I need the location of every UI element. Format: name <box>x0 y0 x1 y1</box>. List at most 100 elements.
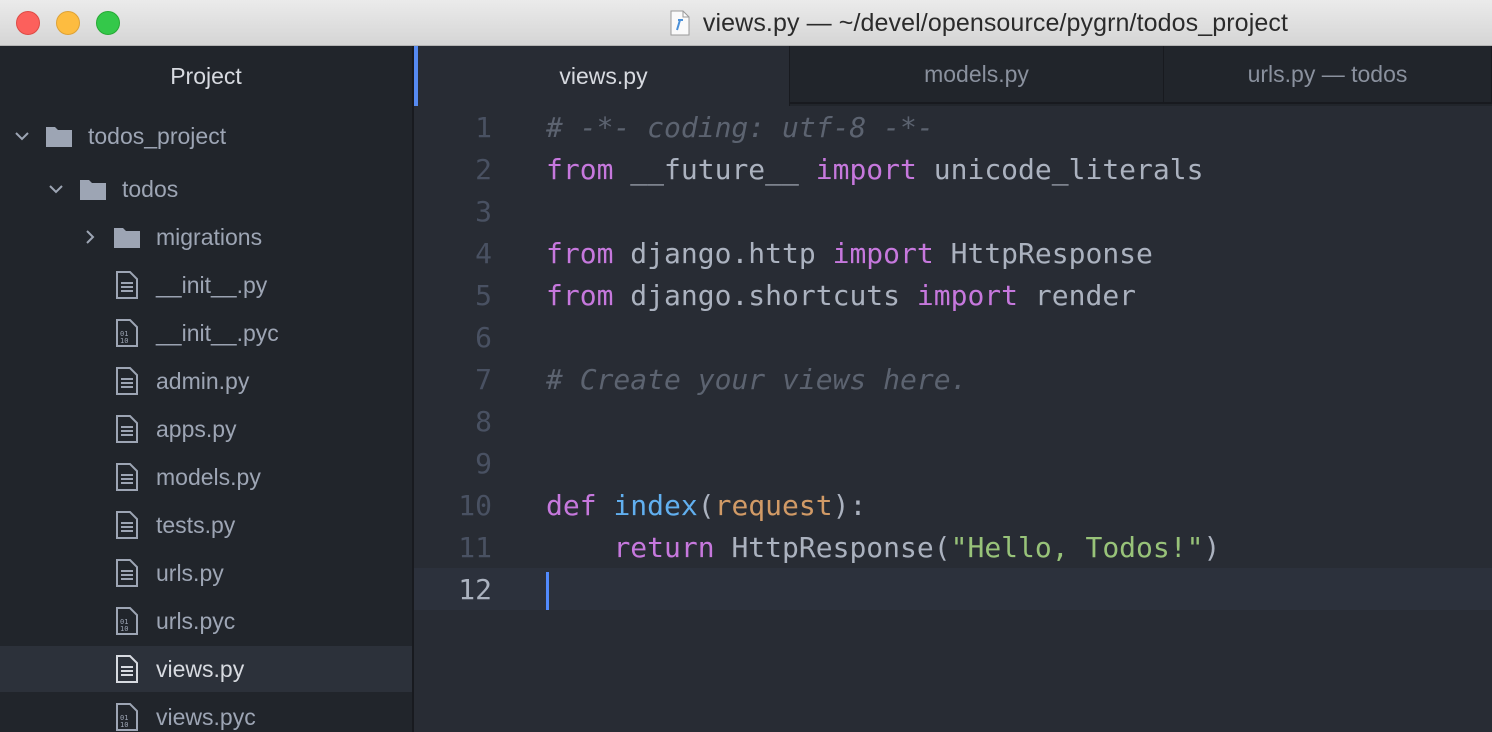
tab-urls-py-todos[interactable]: urls.py — todos <box>1164 46 1492 104</box>
tree-item-urls-py[interactable]: urls.py <box>0 550 412 596</box>
svg-text:10: 10 <box>120 625 128 633</box>
code-token: ): <box>832 488 867 522</box>
chevron-down-icon[interactable] <box>46 179 66 199</box>
code-editor[interactable]: 1 # -*- coding: utf-8 -*- 2 from __future__… <box>414 106 1492 732</box>
tree-item-label: models.py <box>156 463 261 490</box>
line-number: 3 <box>475 194 492 228</box>
code-token: import <box>916 278 1019 312</box>
code-line[interactable]: 11 return HttpResponse("Hello, Todos!") <box>414 526 1492 568</box>
code-token: from <box>546 278 614 312</box>
tree-item-apps-py[interactable]: apps.py <box>0 406 412 452</box>
code-text: # Create your views here. <box>546 363 967 396</box>
code-token: HttpResponse( <box>714 530 951 564</box>
code-token: "Hello, Todos!" <box>950 530 1204 564</box>
code-line[interactable]: 8 <box>414 400 1492 442</box>
tree-item-todos[interactable]: todos <box>0 166 412 212</box>
tab-views-py[interactable]: views.py <box>414 46 790 106</box>
chevron-down-icon[interactable] <box>12 126 32 146</box>
tree-item-label: __init__.pyc <box>156 319 279 346</box>
line-number: 7 <box>475 362 492 396</box>
tab-models-py[interactable]: models.py <box>790 46 1164 104</box>
text-cursor <box>546 572 549 610</box>
chevron-right-icon[interactable] <box>80 227 100 247</box>
code-token: ( <box>697 488 715 522</box>
file-text-icon <box>112 415 142 443</box>
line-number: 11 <box>458 530 492 564</box>
tree-item-label: todos_project <box>88 122 227 149</box>
line-number: 10 <box>458 488 492 522</box>
tree-item-label: todos <box>122 175 179 202</box>
file-binary-icon: 01 10 <box>112 607 142 635</box>
tree-item-label: apps.py <box>156 415 237 442</box>
code-line[interactable]: 9 <box>414 442 1492 484</box>
code-token: from <box>546 152 614 186</box>
line-number: 1 <box>475 110 492 144</box>
file-text-icon <box>112 271 142 299</box>
code-token: django.http <box>613 236 833 270</box>
code-token: __future__ <box>613 152 816 186</box>
code-line[interactable]: 1 # -*- coding: utf-8 -*- <box>414 106 1492 148</box>
tree-item-urls-pyc[interactable]: 01 10 urls.pyc <box>0 598 412 644</box>
folder-icon <box>78 175 108 203</box>
tree-item-migrations[interactable]: migrations <box>0 214 412 260</box>
tree-item-init-pyc[interactable]: 01 10 __init__.pyc <box>0 310 412 356</box>
tree-item-label: tests.py <box>156 511 236 538</box>
code-text: from django.shortcuts import render <box>546 279 1136 312</box>
code-line[interactable]: 5 from django.shortcuts import render <box>414 274 1492 316</box>
code-token: render <box>1018 278 1137 312</box>
code-token: django.shortcuts <box>613 278 917 312</box>
tree-item-label: views.py <box>156 655 245 682</box>
code-token: # Create your views here. <box>546 362 968 396</box>
line-number: 8 <box>475 404 492 438</box>
code-text: # -*- coding: utf-8 -*- <box>546 111 934 144</box>
tree-item-views-pyc[interactable]: 01 10 views.pyc <box>0 694 412 732</box>
code-token: request <box>714 488 833 522</box>
svg-text:10: 10 <box>120 337 128 345</box>
line-number: 2 <box>475 152 492 186</box>
file-text-icon <box>112 655 142 683</box>
tree-item-init-py[interactable]: __init__.py <box>0 262 412 308</box>
folder-icon <box>44 122 74 150</box>
tab-bar: views.py models.py urls.py — todos <box>414 46 1492 106</box>
code-text: from __future__ import unicode_literals <box>546 153 1203 186</box>
file-binary-icon: 01 10 <box>112 703 142 731</box>
code-text: return HttpResponse("Hello, Todos!") <box>546 531 1220 564</box>
line-number: 9 <box>475 446 492 480</box>
code-line[interactable]: 12 <box>414 568 1492 610</box>
file-text-icon <box>112 511 142 539</box>
code-line[interactable]: 10 def index(request): <box>414 484 1492 526</box>
tree-item-label: __init__.py <box>156 271 268 298</box>
line-number: 4 <box>475 236 492 270</box>
file-text-icon <box>112 559 142 587</box>
code-token: unicode_literals <box>916 152 1204 186</box>
project-panel-title: Project <box>170 62 242 89</box>
line-number: 12 <box>458 572 492 606</box>
code-line[interactable]: 4 from django.http import HttpResponse <box>414 232 1492 274</box>
code-token: from <box>546 236 614 270</box>
svg-text:10: 10 <box>120 721 128 729</box>
tree-item-views-py[interactable]: views.py <box>0 646 412 692</box>
code-token: HttpResponse <box>933 236 1153 270</box>
title-bar: views.py — ~/devel/opensource/pygrn/todo… <box>0 0 1492 46</box>
code-text: def index(request): <box>546 489 866 522</box>
tree-item-label: admin.py <box>156 367 250 394</box>
code-token: return <box>613 530 715 564</box>
python-file-icon <box>669 10 691 36</box>
tree-item-tests-py[interactable]: tests.py <box>0 502 412 548</box>
code-token: import <box>815 152 917 186</box>
window-title: views.py — ~/devel/opensource/pygrn/todo… <box>702 8 1288 37</box>
tree-item-label: urls.py <box>156 559 224 586</box>
code-line[interactable]: 7 # Create your views here. <box>414 358 1492 400</box>
tree-item-admin-py[interactable]: admin.py <box>0 358 412 404</box>
tree-item-todos-project[interactable]: todos_project <box>0 113 412 159</box>
tree-item-label: migrations <box>156 223 263 250</box>
code-line[interactable]: 6 <box>414 316 1492 358</box>
code-line[interactable]: 3 <box>414 190 1492 232</box>
code-token: # -*- coding: utf-8 -*- <box>546 110 934 144</box>
tree-item-models-py[interactable]: models.py <box>0 454 412 500</box>
code-token: import <box>832 236 934 270</box>
code-line[interactable]: 2 from __future__ import unicode_literals <box>414 148 1492 190</box>
file-text-icon <box>112 367 142 395</box>
